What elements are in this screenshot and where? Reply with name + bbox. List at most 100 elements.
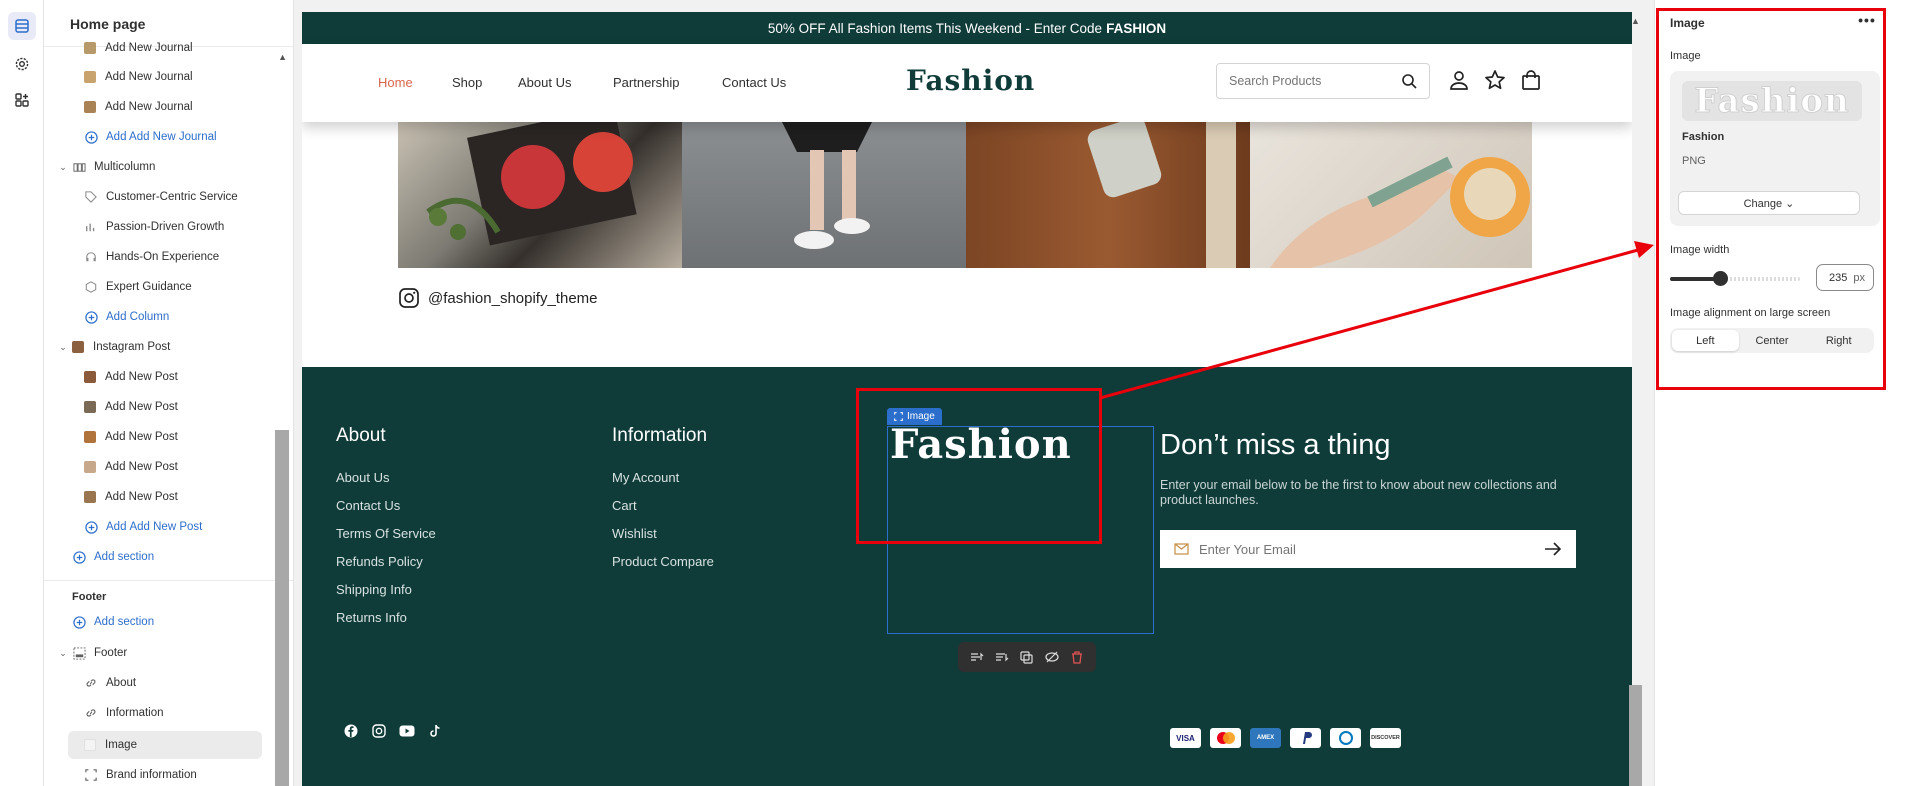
arrow-right-icon[interactable] xyxy=(1544,542,1562,556)
instagram-photo[interactable] xyxy=(1250,122,1532,268)
sidebar-item-column[interactable]: Customer-Centric Service xyxy=(84,185,238,209)
instagram-gallery xyxy=(398,106,1532,268)
apps-rail-button[interactable] xyxy=(8,86,36,114)
cart-bag-icon[interactable] xyxy=(1520,69,1542,91)
footer-link-returns[interactable]: Returns Info xyxy=(336,610,407,625)
sidebar-item-column[interactable]: Expert Guidance xyxy=(84,275,192,299)
image-width-unit: px xyxy=(1853,271,1865,284)
tiktok-icon[interactable] xyxy=(426,722,444,740)
nav-contact-us[interactable]: Contact Us xyxy=(722,75,786,90)
newsletter-form[interactable] xyxy=(1160,530,1576,568)
sidebar-item-post[interactable]: Add New Post xyxy=(84,395,178,419)
footer-logo-image[interactable]: Fashion xyxy=(890,421,1072,468)
footer-link-terms[interactable]: Terms Of Service xyxy=(336,526,436,541)
footer-link-shipping[interactable]: Shipping Info xyxy=(336,582,412,597)
scroll-up-icon[interactable]: ▲ xyxy=(278,52,287,62)
add-section-button[interactable]: Add section xyxy=(72,545,154,569)
footer-link-about-us[interactable]: About Us xyxy=(336,470,389,485)
footer-link-product-compare[interactable]: Product Compare xyxy=(612,554,714,569)
instagram-photo[interactable] xyxy=(682,122,966,268)
instagram-photo[interactable] xyxy=(398,106,682,268)
footer-link-my-account[interactable]: My Account xyxy=(612,470,679,485)
change-image-button[interactable]: Change ⌄ xyxy=(1678,191,1860,215)
duplicate-icon[interactable] xyxy=(1018,648,1036,666)
sidebar-section-multicolumn[interactable]: Multicolumn xyxy=(72,155,155,179)
search-input[interactable] xyxy=(1229,74,1401,88)
nav-about-us[interactable]: About Us xyxy=(518,75,571,90)
visa-payment-icon: VISA xyxy=(1170,728,1201,748)
hide-eye-icon[interactable] xyxy=(1043,648,1061,666)
sections-rail-button[interactable] xyxy=(8,12,36,40)
multicolumn-icon xyxy=(72,160,86,174)
image-width-input[interactable]: 235 px xyxy=(1816,264,1874,291)
image-file-name: Fashion xyxy=(1682,131,1725,143)
preview-scrollbar[interactable] xyxy=(1629,685,1642,786)
search-box[interactable] xyxy=(1216,63,1430,99)
delete-trash-icon[interactable] xyxy=(1068,648,1086,666)
add-post-button[interactable]: Add Add New Post xyxy=(84,515,202,539)
align-center-option[interactable]: Center xyxy=(1739,330,1806,351)
sidebar-item-post[interactable]: Add New Post xyxy=(84,365,178,389)
sidebar-item-column[interactable]: Passion-Driven Growth xyxy=(84,215,224,239)
sidebar-item-label: Add section xyxy=(94,616,155,628)
instagram-photo[interactable] xyxy=(966,117,1250,268)
chevron-down-icon[interactable]: ⌄ xyxy=(58,648,68,659)
email-input[interactable] xyxy=(1199,541,1544,557)
settings-rail-button[interactable] xyxy=(8,50,36,78)
sidebar-item-post[interactable]: Add New Post xyxy=(84,485,178,509)
sidebar-item-image[interactable]: Image xyxy=(68,731,262,759)
sidebar-item-journal[interactable]: Add New Journal xyxy=(84,95,193,119)
post-thumbnail xyxy=(84,401,96,413)
nav-home[interactable]: Home xyxy=(378,75,413,90)
add-journal-button[interactable]: Add Add New Journal xyxy=(84,125,217,149)
chevron-down-icon[interactable]: ⌄ xyxy=(58,342,68,353)
sidebar-scrollbar[interactable] xyxy=(275,430,289,786)
image-width-slider-handle[interactable] xyxy=(1713,271,1728,286)
footer-link-cart[interactable]: Cart xyxy=(612,498,637,513)
plus-circle-icon xyxy=(72,615,86,629)
image-preview-thumbnail[interactable]: Fashion xyxy=(1682,81,1862,122)
sidebar-item-information[interactable]: Information xyxy=(84,701,164,725)
sidebar-item-journal[interactable]: Add New Journal xyxy=(84,36,193,60)
youtube-icon[interactable] xyxy=(398,722,416,740)
image-file-type: PNG xyxy=(1682,155,1706,167)
sidebar-section-instagram[interactable]: Instagram Post xyxy=(72,335,170,359)
sidebar-item-label: Add New Post xyxy=(105,401,178,413)
move-down-icon[interactable] xyxy=(993,648,1011,666)
sidebar-item-column[interactable]: Hands-On Experience xyxy=(84,245,219,269)
footer-about-title: About xyxy=(336,425,386,446)
instagram-icon[interactable] xyxy=(370,722,388,740)
more-options-icon[interactable]: ••• xyxy=(1855,12,1879,30)
align-left-option[interactable]: Left xyxy=(1672,330,1739,351)
footer-link-contact-us[interactable]: Contact Us xyxy=(336,498,400,513)
nav-partnership[interactable]: Partnership xyxy=(613,75,679,90)
theme-editor: Home page Add New Journal Add New Journa… xyxy=(0,0,1906,786)
nav-shop[interactable]: Shop xyxy=(452,75,482,90)
footer-link-wishlist[interactable]: Wishlist xyxy=(612,526,657,541)
settings-title: Image xyxy=(1670,16,1705,30)
scroll-up-icon[interactable]: ▲ xyxy=(1631,16,1640,26)
wishlist-star-icon[interactable] xyxy=(1484,69,1506,91)
align-right-option[interactable]: Right xyxy=(1805,330,1872,351)
store-logo[interactable]: Fashion xyxy=(906,64,1035,97)
post-thumbnail xyxy=(84,461,96,473)
sidebar-item-about[interactable]: About xyxy=(84,671,136,695)
chevron-down-icon[interactable]: ⌄ xyxy=(58,162,68,173)
sidebar-item-post[interactable]: Add New Post xyxy=(84,455,178,479)
account-icon[interactable] xyxy=(1448,69,1470,91)
add-column-button[interactable]: Add Column xyxy=(84,305,169,329)
move-up-icon[interactable] xyxy=(968,648,986,666)
instagram-handle-text: @fashion_shopify_theme xyxy=(428,289,598,307)
facebook-icon[interactable] xyxy=(342,722,360,740)
sidebar-item-post[interactable]: Add New Post xyxy=(84,425,178,449)
footer-link-refunds[interactable]: Refunds Policy xyxy=(336,554,423,569)
search-icon[interactable] xyxy=(1401,73,1417,89)
sidebar-item-journal[interactable]: Add New Journal xyxy=(84,65,193,89)
sidebar-section-footer[interactable]: Footer xyxy=(72,641,127,665)
mastercard-payment-icon xyxy=(1210,728,1241,748)
sidebar-item-label: Add Add New Journal xyxy=(106,131,217,143)
sidebar-item-brand-information[interactable]: Brand information xyxy=(84,763,197,786)
instagram-handle[interactable]: @fashion_shopify_theme xyxy=(398,287,598,309)
sidebar-item-label: Footer xyxy=(94,647,128,659)
footer-add-section-button[interactable]: Add section xyxy=(72,610,154,634)
